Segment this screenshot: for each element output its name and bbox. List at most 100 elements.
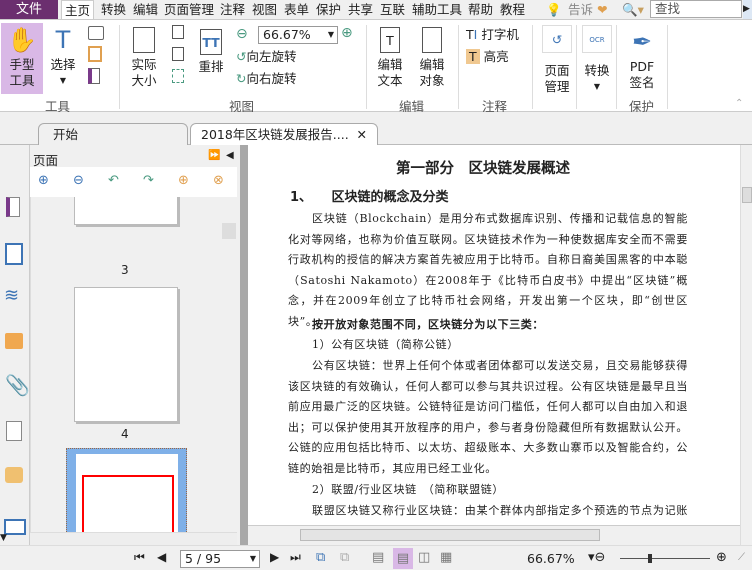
fit-page-icon[interactable] [172,25,184,39]
zoom-slider[interactable] [620,554,710,563]
zoom-in-icon[interactable]: ⊕ [716,550,727,565]
tab-page-manage[interactable]: 页面管理 [164,0,214,19]
tab-home[interactable]: 主页 [61,0,95,19]
ocr-icon: OCR [582,25,612,53]
rotate-left-button[interactable]: ↺向左旋转 [236,49,297,65]
lightbulb-icon[interactable]: 💡 [546,0,562,19]
page-icon[interactable] [88,68,100,84]
more-down-icon[interactable]: ▼ [0,533,7,543]
tab-convert[interactable]: 转换 [101,0,126,19]
pages-icon[interactable] [5,243,23,265]
edit-object-button[interactable]: 编辑 对象 [414,23,450,89]
page-number-input[interactable]: 5 / 95 ▼ [180,550,260,568]
zoom-out-icon[interactable]: ▾⊖ [588,550,605,565]
next-view-icon[interactable]: ⧉ [340,550,349,565]
close-icon[interactable]: ✕ [357,124,367,146]
signature-icon[interactable] [6,421,22,441]
zoom-select[interactable]: 66.67% ▼ [258,26,338,44]
tab-comment[interactable]: 注释 [220,0,245,19]
highlight-button[interactable]: T 高亮 [466,49,509,65]
collapse-panel-icon[interactable]: ◀ [226,150,234,161]
zoom-out-page-icon[interactable]: ⊖ [73,173,84,188]
tab-edit[interactable]: 编辑 [133,0,158,19]
search-input[interactable]: 查找 [650,0,742,18]
resize-grip-icon[interactable]: ⟋ [738,552,745,563]
horizontal-scrollbar[interactable] [248,525,740,545]
collapse-ribbon-icon[interactable]: ⌃ [735,98,743,109]
previous-view-icon[interactable]: ⧉ [316,550,325,565]
zoom-in-icon[interactable]: ⊕ [341,25,353,41]
insert-page-icon[interactable]: ⊕ [178,173,189,188]
subheading: 2）联盟/行业区块链 （简称联盟链） [312,483,505,496]
form-icon[interactable] [4,519,26,535]
tab-help[interactable]: 帮助 [468,0,493,19]
rotate-left-icon: ↺ [236,49,247,64]
clipboard-icon[interactable] [88,46,102,62]
tab-form[interactable]: 表单 [284,0,309,19]
thumb-hscrollbar[interactable] [30,532,237,545]
reflow-icon: TT [200,29,222,55]
layers-icon[interactable]: ≋ [4,285,19,306]
tab-protect[interactable]: 保护 [316,0,341,19]
search-folder-icon[interactable]: 🔍▾ [622,0,644,19]
delete-page-icon[interactable]: ⊗ [213,173,224,188]
convert-button[interactable]: OCR 转换 ▼ [582,25,612,95]
facing-page-icon[interactable]: ◫ [418,550,430,565]
bookmark-icon[interactable] [6,197,20,217]
page-number: 3 [121,263,129,277]
last-page-icon[interactable]: ⏭ [290,550,301,565]
selected-page-thumbnail[interactable] [66,448,187,532]
tab-view[interactable]: 视图 [252,0,277,19]
zoom-level[interactable]: 66.67% [527,551,575,566]
attachment-icon[interactable]: 📎 [5,373,30,397]
typewriter-button[interactable]: TI 打字机 [466,27,519,43]
continuous-facing-icon[interactable]: ▦ [440,550,452,565]
panel-splitter[interactable] [240,145,248,545]
fit-visible-icon[interactable] [172,69,184,83]
hand-tool-button[interactable]: ✋ 手型 工具 [1,23,43,94]
snapshot-icon[interactable] [88,26,104,40]
rotate-page-right-icon[interactable]: ↷ [143,173,154,188]
comments-icon[interactable] [5,333,23,349]
next-page-icon[interactable]: ▶ [270,550,279,564]
pdf-sign-button[interactable]: ✒ PDF 签名 [624,25,660,91]
heart-icon[interactable]: ❤ [597,0,607,19]
page-thumbnail[interactable] [74,197,178,225]
page-manage-button[interactable]: ↺ 页面 管理 [538,25,576,95]
hand-icon: ✋ [7,26,37,54]
tab-accessibility[interactable]: 辅助工具 [412,0,462,19]
document-view: 第一部分 区块链发展概述 1、 区块链的概念及分类 区块链（Blockchain… [248,145,740,525]
tab-start[interactable]: 开始 [38,123,188,145]
bold-line: 按开放对象范围不同，区块链分为以下三类： [312,318,544,331]
thumb-scrollbar[interactable] [222,197,237,532]
menu-bar: 文件 主页 转换 编辑 页面管理 注释 视图 表单 保护 共享 互联 辅助工具 … [0,0,752,19]
typewriter-icon: TI [466,27,478,42]
doc-heading: 1、 区块链的概念及分类 [290,190,449,205]
single-page-icon[interactable]: ▤ [372,550,384,565]
tab-connect[interactable]: 互联 [380,0,405,19]
lock-icon[interactable] [5,467,23,483]
reflow-button[interactable]: TT 重排 [196,23,226,75]
first-page-icon[interactable]: ⏮ [134,550,145,565]
zoom-in-page-icon[interactable]: ⊕ [38,173,49,188]
tab-share[interactable]: 共享 [348,0,373,19]
select-button[interactable]: T 选择 ▼ [48,23,78,89]
prev-page-icon[interactable]: ◀ [157,550,166,564]
vertical-scrollbar[interactable] [740,145,752,545]
tab-document[interactable]: 2018年区块链发展报告.... ✕ [190,123,378,145]
subheading: 1）公有区块链（简称公链） [312,338,459,351]
actual-size-button[interactable]: 实际 大小 [126,23,162,89]
edit-text-button[interactable]: T 编辑 文本 [374,23,406,89]
zoom-out-icon[interactable]: ⊖ [236,26,248,42]
rotate-right-button[interactable]: ↻向右旋转 [236,71,297,87]
expand-panel-icon[interactable]: ⏩ [208,150,220,161]
continuous-page-icon[interactable]: ▤ [393,548,413,569]
edit-text-icon: T [380,27,400,53]
tab-tutorial[interactable]: 教程 [500,0,525,19]
rotate-page-left-icon[interactable]: ↶ [108,173,119,188]
fit-width-icon[interactable] [172,47,184,61]
page-thumbnail[interactable] [74,287,178,422]
file-menu[interactable]: 文件 [0,0,58,19]
tell-me[interactable]: 告诉 [568,0,593,19]
search-go-icon[interactable]: ▶ [743,0,752,19]
